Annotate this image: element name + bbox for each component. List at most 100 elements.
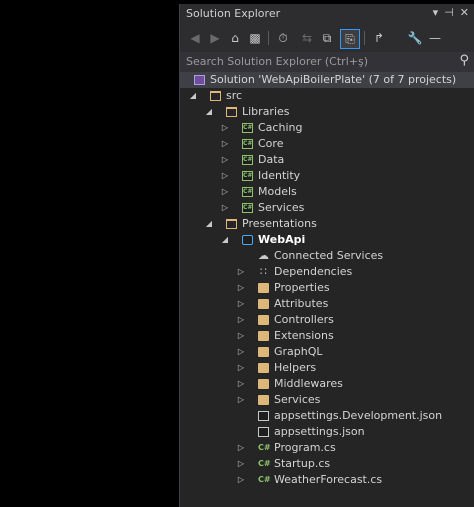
collapsed-arrow-icon[interactable]: ▷ [236,328,246,344]
folder-icon [258,315,269,325]
folder-open-icon [226,107,237,117]
collapsed-arrow-icon[interactable]: ▷ [220,136,230,152]
web-project-icon [242,235,253,245]
panel-title-bar: Solution Explorer ▾ ⊣ ✕ [180,4,474,24]
tree-item-project[interactable]: ▷ C# Caching [180,120,474,136]
csharp-project-icon: C# [242,171,253,181]
tree-item-label: Identity [258,169,301,182]
tree-item-folder[interactable]: ▷ Helpers [180,360,474,376]
csharp-file-icon: C# [258,475,271,484]
expanded-arrow-icon[interactable]: ◢ [188,88,198,104]
tree-item-src[interactable]: ◢ src [180,88,474,104]
tree-item-label: Properties [274,281,330,294]
csharp-project-icon: C# [242,187,253,197]
folder-icon [258,347,269,357]
collapsed-arrow-icon[interactable]: ▷ [236,344,246,360]
expanded-arrow-icon[interactable]: ◢ [204,216,214,232]
search-icon[interactable]: ⚲ [459,53,469,68]
tree-item-label: WeatherForecast.cs [274,473,383,486]
back-arrow-icon[interactable]: ◀ [186,29,204,47]
home-icon[interactable]: ⌂ [226,29,244,47]
json-file-icon [258,411,269,421]
tree-item-solution[interactable]: Solution 'WebApiBoilerPlate' (7 of 7 pro… [180,72,474,88]
collapsed-arrow-icon[interactable]: ▷ [236,360,246,376]
window-position-icon[interactable]: ▾ [433,6,439,19]
tree-item-project[interactable]: ▷ C# Data [180,152,474,168]
show-all-files-icon[interactable]: ⎘ [340,29,360,49]
tree-item-folder[interactable]: ▷ Middlewares [180,376,474,392]
tree-item-file[interactable]: ▷ C# Program.cs [180,440,474,456]
preview-icon[interactable]: ↱ [370,29,388,47]
collapsed-arrow-icon[interactable]: ▷ [236,376,246,392]
forward-arrow-icon[interactable]: ▶ [206,29,224,47]
collapsed-arrow-icon[interactable]: ▷ [236,280,246,296]
tree-item-label: Data [258,153,285,166]
toolbar-separator [268,31,269,45]
csharp-project-icon: C# [242,155,253,165]
tree-item-presentations[interactable]: ◢ Presentations [180,216,474,232]
csharp-project-icon: C# [242,123,253,133]
collapsed-arrow-icon[interactable]: ▷ [236,392,246,408]
tree-item-properties[interactable]: ▷ Properties [180,280,474,296]
tree-item-label: Presentations [242,217,317,230]
close-icon[interactable]: ✕ [460,6,469,19]
tree-item-label: appsettings.Development.json [274,409,443,422]
sync-icon[interactable]: ⇆ [298,29,316,47]
collapse-all-icon[interactable]: ⧉ [318,29,336,47]
collapsed-arrow-icon[interactable]: ▷ [220,200,230,216]
tree-item-label: Startup.cs [274,457,331,470]
csharp-project-icon: C# [242,139,253,149]
tree-item-folder[interactable]: ▷ Extensions [180,328,474,344]
tree-item-file[interactable]: ▷ C# WeatherForecast.cs [180,472,474,488]
expanded-arrow-icon[interactable]: ◢ [204,104,214,120]
tree-item-folder[interactable]: ▷ GraphQL [180,344,474,360]
auto-hide-pin-icon[interactable]: ⊣ [444,6,454,19]
dash-icon[interactable]: — [426,29,444,47]
tree-item-file[interactable]: appsettings.Development.json [180,408,474,424]
collapsed-arrow-icon[interactable]: ▷ [220,152,230,168]
folder-open-icon [226,219,237,229]
tree-item-folder[interactable]: ▷ Controllers [180,312,474,328]
csharp-file-icon: C# [258,443,271,452]
collapsed-arrow-icon[interactable]: ▷ [236,264,246,280]
tree-item-project[interactable]: ▷ C# Identity [180,168,474,184]
folder-icon [258,299,269,309]
tree-item-label: Core [258,137,284,150]
search-bar[interactable]: Search Solution Explorer (Ctrl+ş) ⚲ [180,52,474,73]
expanded-arrow-icon[interactable]: ◢ [220,232,230,248]
tree-item-label: src [226,89,243,102]
wrench-icon[interactable]: 🔧 [406,29,424,47]
search-input[interactable]: Search Solution Explorer (Ctrl+ş) [186,55,368,68]
collapsed-arrow-icon[interactable]: ▷ [236,472,246,488]
tree-item-project[interactable]: ▷ C# Services [180,200,474,216]
csharp-project-icon: C# [242,203,253,213]
tree-item-connected-services[interactable]: ☁ Connected Services [180,248,474,264]
tree-item-label: Helpers [274,361,317,374]
collapsed-arrow-icon[interactable]: ▷ [236,312,246,328]
tree-item-label: Controllers [274,313,334,326]
collapsed-arrow-icon[interactable]: ▷ [236,456,246,472]
collapsed-arrow-icon[interactable]: ▷ [220,120,230,136]
tree-item-label: WebApi [258,233,306,246]
tree-item-project[interactable]: ▷ C# Models [180,184,474,200]
solution-icon [194,75,205,85]
tree-item-file[interactable]: appsettings.json [180,424,474,440]
tree-item-label: Models [258,185,297,198]
tree-item-libraries[interactable]: ◢ Libraries [180,104,474,120]
history-icon[interactable]: ⏱ [274,29,292,47]
switch-views-icon[interactable]: ▩ [246,29,264,47]
tree-item-folder[interactable]: ▷ Services [180,392,474,408]
collapsed-arrow-icon[interactable]: ▷ [220,168,230,184]
collapsed-arrow-icon[interactable]: ▷ [236,296,246,312]
tree-item-project[interactable]: ▷ C# Core [180,136,474,152]
tree-item-file[interactable]: ▷ C# Startup.cs [180,456,474,472]
tree-item-folder[interactable]: ▷ Attributes [180,296,474,312]
tree-item-label: Libraries [242,105,290,118]
tree-item-dependencies[interactable]: ▷ ∷ Dependencies [180,264,474,280]
collapsed-arrow-icon[interactable]: ▷ [220,184,230,200]
properties-folder-icon [258,283,269,293]
collapsed-arrow-icon[interactable]: ▷ [236,440,246,456]
tree-item-label: Services [258,201,305,214]
tree-item-webapi[interactable]: ◢ WebApi [180,232,474,248]
tree-item-label: Extensions [274,329,334,342]
